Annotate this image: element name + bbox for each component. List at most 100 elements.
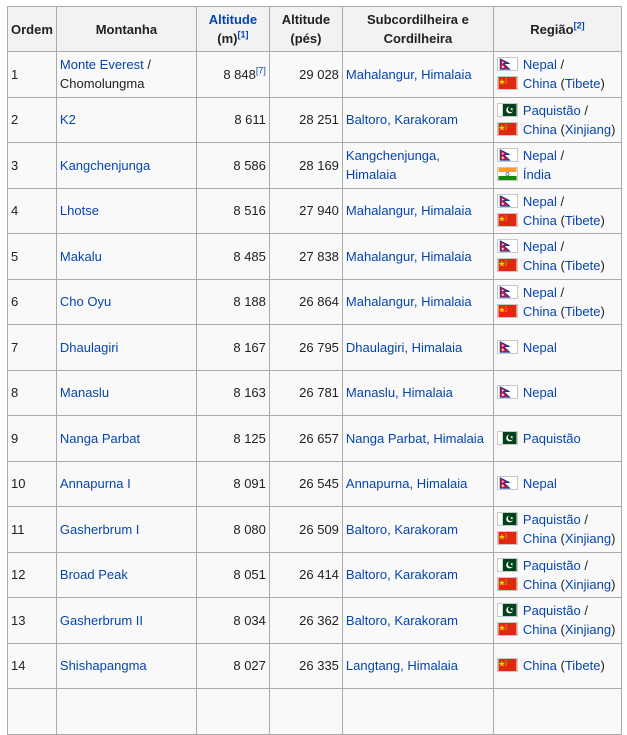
header-row: Ordem Montanha Altitude (m)[1] Altitude …: [7, 6, 622, 52]
country-link[interactable]: China: [523, 213, 557, 228]
cell-montanha: Nanga Parbat: [55, 415, 197, 462]
mountain-link[interactable]: Shishapangma: [60, 658, 147, 673]
altitude-header-link[interactable]: Altitude: [209, 12, 257, 27]
mountain-link[interactable]: Makalu: [60, 249, 102, 264]
cell-regiao: Nepal / China (Tibete): [492, 278, 622, 325]
cell-montanha: Annapurna I: [55, 460, 197, 507]
cell-regiao: Nepal: [492, 369, 622, 416]
country-link[interactable]: Nepal: [523, 194, 557, 209]
country-link[interactable]: China: [523, 531, 557, 546]
cell-empty: [195, 688, 270, 735]
mountain-link[interactable]: Nanga Parbat: [60, 431, 140, 446]
subrange-link[interactable]: Mahalangur, Himalaia: [346, 67, 472, 82]
subrange-link[interactable]: Baltoro, Karakoram: [346, 522, 458, 537]
header-ordem-label: Ordem: [11, 21, 53, 37]
country-link[interactable]: Paquistão: [523, 558, 581, 573]
region-link[interactable]: Xinjiang: [565, 531, 611, 546]
country-link[interactable]: China: [523, 658, 557, 673]
table-body: 1 Monte Everest / Chomolungma 8 848[7] 29 0…: [7, 51, 622, 735]
country-link[interactable]: Nepal: [523, 476, 557, 491]
pakistan-flag-icon: [496, 603, 518, 618]
country-link[interactable]: China: [523, 122, 557, 137]
subrange-link[interactable]: Mahalangur, Himalaia: [346, 249, 472, 264]
altitude-m-value: 8 586: [233, 157, 266, 173]
mountain-link[interactable]: Gasherbrum I: [60, 522, 139, 537]
subrange-link[interactable]: Nanga Parbat, Himalaia: [346, 431, 484, 446]
subrange-link[interactable]: Mahalangur, Himalaia: [346, 294, 472, 309]
altitude-m-value: 8 034: [233, 612, 266, 628]
ref-link[interactable]: [7]: [256, 65, 266, 75]
country-link[interactable]: Paquistão: [523, 431, 581, 446]
mountain-link[interactable]: Annapurna I: [60, 476, 131, 491]
cell-altitude-m: 8 091: [195, 460, 270, 507]
altitude-m-value: 8 167: [233, 339, 266, 355]
cell-altitude-m: 8 051: [195, 551, 270, 598]
mountain-separator: /: [143, 57, 151, 73]
mountain-link[interactable]: Broad Peak: [60, 567, 128, 582]
subrange-link[interactable]: Mahalangur, Himalaia: [346, 203, 472, 218]
ordem-value: 4: [11, 203, 19, 219]
country-link[interactable]: China: [523, 577, 557, 592]
regiao-ref-link[interactable]: [2]: [574, 20, 585, 30]
country-link[interactable]: Nepal: [523, 285, 557, 300]
subrange-link[interactable]: Baltoro, Karakoram: [346, 613, 458, 628]
mountain-link[interactable]: Gasherbrum II: [60, 613, 143, 628]
subrange-link-line2[interactable]: Himalaia: [346, 167, 397, 182]
mountain-link[interactable]: K2: [60, 112, 76, 127]
subrange-link[interactable]: Kangchenjunga,: [346, 148, 440, 163]
country-link[interactable]: Nepal: [523, 239, 557, 254]
country-link[interactable]: Paquistão: [523, 603, 581, 618]
region-link[interactable]: Xinjiang: [565, 622, 611, 637]
subrange-link[interactable]: Baltoro, Karakoram: [346, 567, 458, 582]
cell-subcordilheira: Nanga Parbat, Himalaia: [341, 415, 494, 462]
cell-subcordilheira: Baltoro, Karakoram: [341, 551, 494, 598]
region-link[interactable]: Tibete: [565, 76, 601, 91]
subrange-link[interactable]: Langtang, Himalaia: [346, 658, 458, 673]
ordem-value: 1: [11, 66, 19, 82]
mountain-link[interactable]: Monte Everest: [60, 57, 144, 72]
cell-subcordilheira: Manaslu, Himalaia: [341, 369, 494, 416]
altitude-ft-value: 27 838: [299, 248, 339, 264]
region-entry: Paquistão /: [496, 101, 618, 120]
country-link[interactable]: Nepal: [523, 57, 557, 72]
country-link[interactable]: China: [523, 76, 557, 91]
region-link[interactable]: Tibete: [565, 304, 601, 319]
cell-ordem: 2: [7, 96, 57, 143]
country-link[interactable]: China: [523, 304, 557, 319]
cell-subcordilheira: Mahalangur, Himalaia: [341, 51, 494, 98]
region-link[interactable]: Tibete: [565, 213, 601, 228]
table-row: 2 K2 8 611 28 251 Baltoro, Karakoram Paquistã…: [7, 96, 622, 143]
region-link[interactable]: Xinjiang: [565, 577, 611, 592]
cell-regiao: Paquistão: [492, 415, 622, 462]
cell-ordem: 8: [7, 369, 57, 416]
india-flag-icon: [496, 167, 518, 182]
country-link[interactable]: Índia: [523, 167, 551, 182]
subrange-link[interactable]: Dhaulagiri, Himalaia: [346, 340, 462, 355]
subrange-link[interactable]: Baltoro, Karakoram: [346, 112, 458, 127]
region-separator: /: [580, 512, 588, 528]
mountain-link[interactable]: Kangchenjunga: [60, 158, 150, 173]
country-link[interactable]: Paquistão: [523, 512, 581, 527]
subrange-link[interactable]: Manaslu, Himalaia: [346, 385, 453, 400]
country-link[interactable]: China: [523, 622, 557, 637]
altitude-ref-link[interactable]: [1]: [238, 30, 249, 40]
china-flag-icon: [496, 258, 518, 273]
mountain-link[interactable]: Cho Oyu: [60, 294, 111, 309]
header-montanha: Montanha: [55, 6, 197, 52]
subrange-link[interactable]: Annapurna, Himalaia: [346, 476, 467, 491]
country-link[interactable]: Nepal: [523, 340, 557, 355]
cell-subcordilheira: Mahalangur, Himalaia: [341, 233, 494, 280]
country-link[interactable]: Nepal: [523, 148, 557, 163]
mountain-link[interactable]: Dhaulagiri: [60, 340, 119, 355]
region-entry: China (Xinjiang): [496, 529, 618, 548]
country-link[interactable]: China: [523, 258, 557, 273]
cell-regiao: Nepal: [492, 324, 622, 371]
cell-ordem: 4: [7, 187, 57, 234]
mountain-link[interactable]: Lhotse: [60, 203, 99, 218]
region-link[interactable]: Xinjiang: [565, 122, 611, 137]
mountain-link[interactable]: Manaslu: [60, 385, 109, 400]
region-link[interactable]: Tibete: [565, 258, 601, 273]
country-link[interactable]: Nepal: [523, 385, 557, 400]
country-link[interactable]: Paquistão: [523, 103, 581, 118]
region-link[interactable]: Tibete: [565, 658, 601, 673]
